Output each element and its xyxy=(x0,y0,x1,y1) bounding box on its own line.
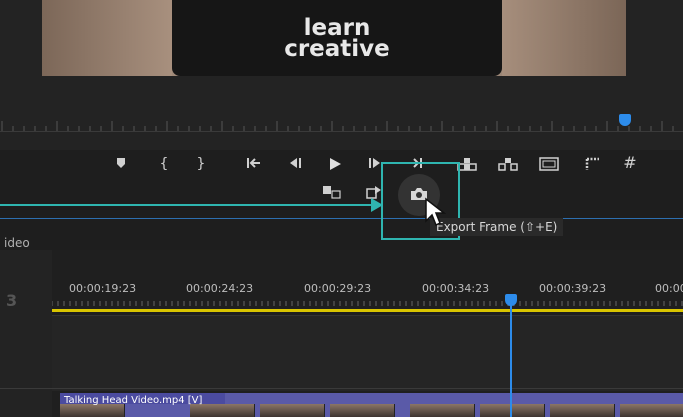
mark-out-icon: } xyxy=(196,156,206,172)
clip-thumbnail xyxy=(410,404,475,417)
timeline-playhead[interactable] xyxy=(505,294,517,306)
go-to-in-icon xyxy=(247,158,260,168)
timeline-ruler[interactable] xyxy=(52,296,683,306)
add-marker-button[interactable] xyxy=(110,157,132,175)
track-number: 3 xyxy=(6,291,18,310)
safe-margins-button[interactable] xyxy=(538,157,560,175)
callout-arrow-head xyxy=(371,198,383,212)
mark-in-button[interactable]: { xyxy=(153,156,175,174)
add-marker-icon xyxy=(117,158,125,168)
grid-button[interactable]: # xyxy=(619,155,641,173)
video-track-area[interactable] xyxy=(52,315,683,391)
clip-thumbnail xyxy=(620,404,683,417)
video-person-arm-right xyxy=(502,0,626,76)
timecode-label: 00:00 xyxy=(655,282,683,295)
track-separator xyxy=(0,388,683,389)
mouse-cursor-icon xyxy=(425,197,446,227)
callout-arrow-line xyxy=(0,204,380,206)
track-header xyxy=(0,250,52,417)
video-clip[interactable]: Talking Head Video.mp4 [V] xyxy=(60,393,683,417)
monitor-ruler[interactable] xyxy=(0,118,683,132)
overlays-icon xyxy=(585,157,599,170)
lift-icon xyxy=(457,158,477,171)
timecode-label: 00:00:19:23 xyxy=(69,282,137,295)
clip-thumbnail xyxy=(330,404,395,417)
clip-label: Talking Head Video.mp4 [V] xyxy=(64,395,203,406)
ruler-baseline xyxy=(0,131,683,132)
clip-thumbnail xyxy=(260,404,325,417)
timecode-label: 00:00:34:23 xyxy=(422,282,490,295)
go-to-in-button[interactable] xyxy=(243,157,265,175)
monitor-playhead[interactable] xyxy=(619,114,631,126)
extract-icon xyxy=(498,158,518,171)
video-person-shirt: learn creative xyxy=(172,0,502,76)
timecode-label: 00:00:29:23 xyxy=(304,282,372,295)
export-frame-tooltip: Export Frame (⇧+E) xyxy=(430,218,564,236)
clip-thumbnail xyxy=(550,404,615,417)
shirt-text: learn creative xyxy=(284,15,390,62)
video-preview: learn creative xyxy=(42,0,626,76)
mark-out-button[interactable]: } xyxy=(190,156,212,174)
timeline-playhead-line xyxy=(510,304,512,417)
insert-icon xyxy=(323,186,341,199)
play-button[interactable] xyxy=(324,157,346,175)
clip-thumbnail xyxy=(480,404,545,417)
overlays-button[interactable] xyxy=(582,157,604,175)
work-area-bar[interactable] xyxy=(52,309,683,312)
extract-button[interactable] xyxy=(497,157,519,175)
panel-divider xyxy=(0,218,683,219)
insert-button[interactable] xyxy=(321,185,343,203)
play-icon xyxy=(330,158,341,170)
grid-icon: # xyxy=(623,153,637,172)
step-back-button[interactable] xyxy=(284,157,306,175)
step-back-icon xyxy=(290,158,301,168)
mark-in-icon: { xyxy=(159,156,169,172)
timecode-label: 00:00:24:23 xyxy=(186,282,254,295)
safe-margins-icon xyxy=(539,157,559,171)
timecode-label: 00:00:39:23 xyxy=(539,282,607,295)
video-person-arm-left xyxy=(42,0,172,76)
panel-label: ideo xyxy=(4,236,30,250)
